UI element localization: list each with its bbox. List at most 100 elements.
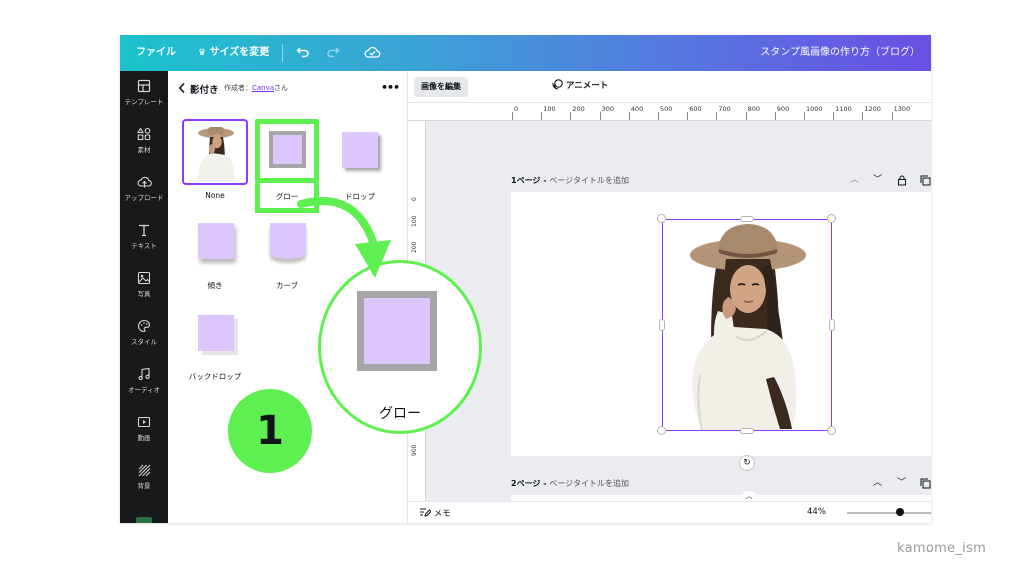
more-options-button[interactable]: ••• [381, 81, 400, 94]
undo-icon [296, 47, 309, 58]
show-pages-toggle[interactable]: ︿ [740, 491, 758, 501]
resize-handle-right[interactable] [829, 319, 835, 331]
chevron-up-icon[interactable]: ︿ [850, 172, 859, 185]
rotate-handle-icon[interactable]: ↻ [739, 455, 755, 471]
duplicate-page-icon[interactable] [920, 175, 931, 186]
top-menu-bar: ファイル ♛ サイズを変更 スタンプ風画像の作り方（ブログ） [120, 35, 931, 71]
selection-box [662, 219, 832, 431]
video-icon [137, 416, 151, 428]
animate-button[interactable]: アニメート [552, 79, 608, 91]
ruler-tick-label: 1000 [806, 105, 823, 113]
redo-icon [327, 47, 340, 58]
document-title[interactable]: スタンプ風画像の作り方（ブログ） [760, 35, 920, 71]
resize-handle-left[interactable] [659, 319, 665, 331]
chevron-down-icon[interactable]: ﹀ [897, 475, 906, 488]
author-credit: 作成者：Canvaさん [224, 83, 288, 93]
undo-button[interactable] [296, 35, 310, 71]
zoom-slider-knob[interactable] [896, 508, 904, 516]
resize-handle-bottom-left[interactable] [657, 426, 666, 435]
cloud-save-status[interactable] [364, 35, 381, 71]
rail-item-templates[interactable]: テンプレート [120, 71, 168, 119]
glow-thumbnail [269, 131, 306, 168]
effect-drop-option[interactable] [342, 132, 378, 168]
palette-icon [138, 319, 151, 333]
author-link[interactable]: Canva [252, 84, 274, 92]
author-suffix: さん [274, 84, 289, 92]
ruler-tick-mark [658, 112, 659, 120]
page-number: 2ページ [511, 479, 541, 488]
ruler-tick-label: 300 [601, 105, 615, 113]
animate-label: アニメート [565, 81, 609, 91]
rail-item-label: 写真 [137, 290, 151, 298]
ruler-tick-mark [774, 112, 776, 120]
glow-zoom-preview [357, 291, 437, 371]
rail-item-uploads[interactable]: アップロード [120, 167, 168, 215]
ruler-tick-label: 0 [411, 197, 418, 201]
context-toolbar: 画像を編集 アニメート [408, 71, 931, 103]
file-menu[interactable]: ファイル [136, 35, 176, 71]
animate-icon [552, 79, 563, 90]
chevron-up-icon[interactable]: ︿ [873, 475, 882, 488]
zoom-slider-track[interactable] [847, 512, 931, 514]
ruler-tick-mark [804, 112, 805, 120]
chevron-left-icon[interactable] [178, 82, 186, 94]
page-2-label[interactable]: 2ページ - ページタイトルを追加 [511, 478, 629, 489]
author-prefix: 作成者： [224, 84, 252, 92]
effect-tilt-option[interactable] [198, 223, 234, 259]
ruler-tick-label: 1200 [864, 105, 881, 113]
redo-button[interactable] [326, 35, 340, 71]
resize-label: サイズを変更 [209, 47, 270, 58]
crown-icon: ♛ [198, 48, 207, 58]
edit-image-button[interactable]: 画像を編集 [414, 77, 468, 97]
rail-item-styles[interactable]: スタイル [120, 311, 168, 359]
rail-item-photos[interactable]: 写真 [120, 263, 168, 311]
template-icon [137, 79, 151, 93]
resize-handle-bottom[interactable] [740, 428, 754, 434]
ruler-tick-mark [687, 112, 689, 120]
divider [282, 44, 283, 62]
effect-none-option[interactable] [182, 119, 248, 185]
rail-item-videos[interactable]: 動画 [120, 407, 168, 455]
page-title-placeholder: ページタイトルを追加 [549, 176, 629, 185]
rail-item-label: アップロード [124, 194, 164, 202]
rail-item-elements[interactable]: 素材 [120, 119, 168, 167]
page-1-label[interactable]: 1ページ - ページタイトルを追加 [511, 175, 629, 186]
resize-handle-top-left[interactable] [657, 214, 666, 223]
ruler-tick-mark [833, 112, 835, 120]
elements-icon [137, 127, 151, 141]
resize-handle-bottom-right[interactable] [827, 426, 836, 435]
ruler-tick-label: 100 [411, 215, 418, 227]
rail-item-audio[interactable]: オーディオ [120, 359, 168, 407]
zoom-level[interactable]: 44% [807, 507, 826, 517]
watermark-text: kamome_ism [897, 541, 987, 556]
duplicate-page-icon[interactable] [920, 478, 931, 489]
text-icon [139, 224, 149, 237]
ruler-tick-label: 500 [660, 105, 673, 113]
woman-photo-thumbnail [186, 123, 244, 181]
canvas-editor-area: 画像を編集 アニメート 0 100 200 300 400 500 600 700 800 900… [408, 71, 931, 523]
ruler-tick-label: 1300 [893, 105, 911, 113]
ruler-tick-mark [862, 112, 864, 120]
ruler-tick-mark [716, 112, 718, 120]
side-navigation-rail: テンプレート 素材 アップロード テキスト 写真 スタイル オーディオ 動画 背… [120, 71, 168, 523]
effect-backdrop-option[interactable] [198, 315, 234, 351]
notes-button[interactable]: メモ [419, 507, 451, 519]
lock-icon[interactable] [897, 175, 907, 186]
chevron-down-icon[interactable]: ﹀ [873, 172, 882, 185]
ruler-tick-label: 900 [776, 105, 790, 113]
rail-item-label: スタイル [131, 338, 157, 346]
ruler-tick-label: 800 [747, 105, 761, 113]
page-separator: - [540, 176, 550, 185]
ruler-tick-mark [745, 112, 747, 120]
ruler-tick-label: 100 [543, 105, 556, 113]
ruler-tick-label: 200 [411, 241, 418, 253]
resize-button[interactable]: ♛ サイズを変更 [198, 35, 269, 71]
rail-item-background[interactable]: 背景 [120, 455, 168, 503]
step-number-badge: 1 [228, 389, 312, 473]
ruler-tick-mark [541, 112, 543, 120]
resize-handle-top-right[interactable] [827, 214, 836, 223]
resize-handle-top[interactable] [740, 216, 754, 222]
rail-item-text[interactable]: テキスト [120, 215, 168, 263]
effect-label-none: None [205, 191, 225, 200]
glow-zoom-label: グロー [379, 406, 421, 422]
